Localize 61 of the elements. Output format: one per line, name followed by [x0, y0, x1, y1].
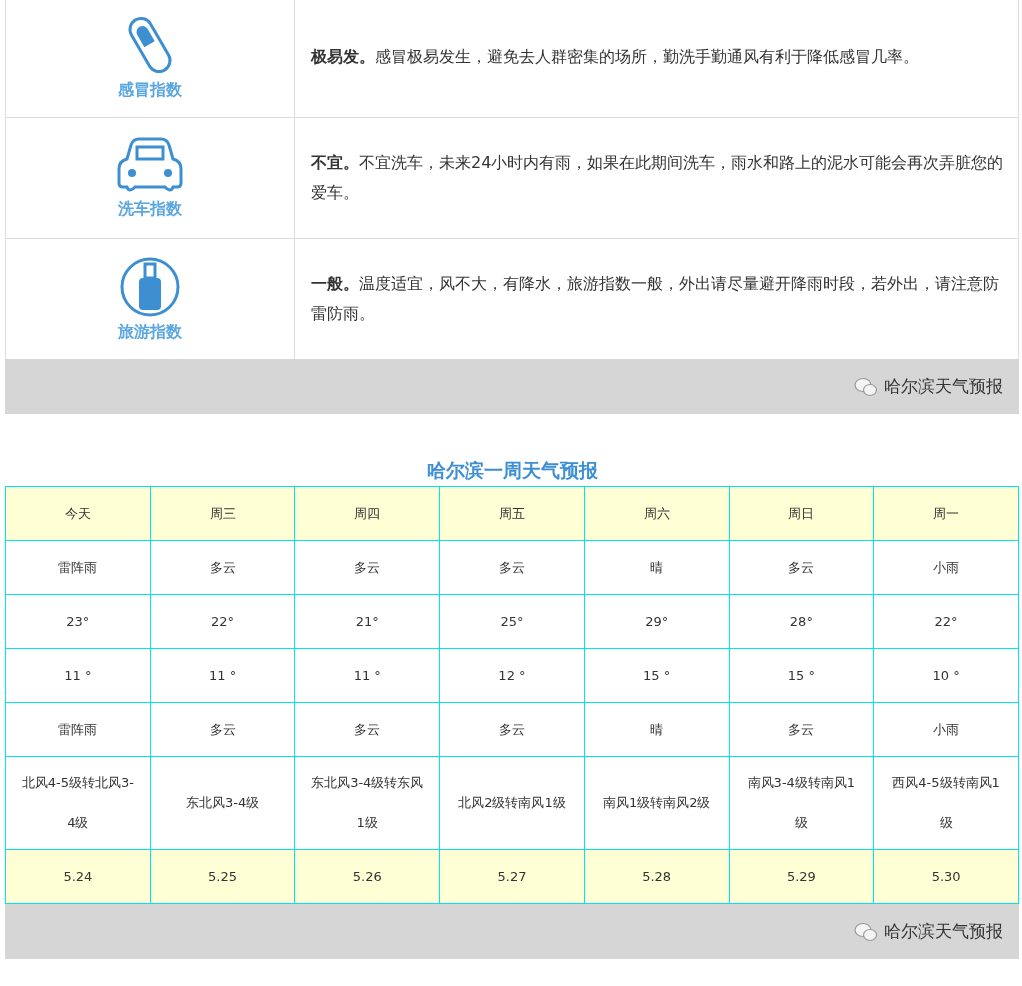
- date-cell: 5.30: [873, 849, 1019, 904]
- table-cell: 22°: [873, 594, 1019, 649]
- date-cell: 5.26: [294, 849, 440, 904]
- table-cell: 西风4-5级转南风1级: [873, 756, 1019, 850]
- table-cell: 北风2级转南风1级: [439, 756, 585, 850]
- forecast-title: 哈尔滨一周天气预报: [425, 458, 599, 483]
- day-cell: 周五: [439, 486, 585, 541]
- table-cell: 多云: [294, 702, 440, 757]
- table-cell: 22°: [150, 594, 295, 649]
- table-cell: 11 °: [5, 648, 151, 703]
- index-description: 极易发。感冒极易发生，避免去人群密集的场所，勤洗手勤通风有利于降低感冒几率。: [311, 46, 919, 68]
- table-cell: 雷阵雨: [5, 540, 151, 595]
- date-cell: 5.29: [729, 849, 874, 904]
- table-cell: 25°: [439, 594, 585, 649]
- table-cell: 15 °: [584, 648, 729, 703]
- table-cell: 雷阵雨: [5, 702, 151, 757]
- table-cell: 南风3-4级转南风1级: [729, 756, 874, 850]
- table-cell: 28°: [729, 594, 874, 649]
- table-cell: 多云: [729, 702, 874, 757]
- day-cell: 周六: [584, 486, 729, 541]
- table-cell: 11 °: [294, 648, 440, 703]
- table-cell: 晴: [584, 702, 729, 757]
- chat-bubbles-icon: [854, 376, 878, 397]
- table-cell: 小雨: [873, 540, 1019, 595]
- table-cell: 小雨: [873, 702, 1019, 757]
- table-cell: 多云: [439, 540, 585, 595]
- table-cell: 15 °: [729, 648, 874, 703]
- day-cell: 今天: [5, 486, 151, 541]
- index-description: 一般。温度适宜，风不大，有降水，旅游指数一般，外出请尽量避开降雨时段，若外出，请注意防雷防雨。: [311, 273, 1000, 325]
- index-label: 洗车指数: [118, 198, 182, 220]
- day-cell: 周一: [873, 486, 1019, 541]
- table-cell: 29°: [584, 594, 729, 649]
- index-label: 旅游指数: [118, 321, 182, 343]
- table-cell: 北风4-5级转北风3-4级: [5, 756, 151, 850]
- date-cell: 5.27: [439, 849, 585, 904]
- table-cell: 东北风3-4级: [150, 756, 295, 850]
- table-cell: 多云: [439, 702, 585, 757]
- table-cell: 多云: [150, 702, 295, 757]
- date-cell: 5.24: [5, 849, 151, 904]
- date-cell: 5.28: [584, 849, 729, 904]
- table-cell: 11 °: [150, 648, 295, 703]
- table-cell: 多云: [150, 540, 295, 595]
- table-cell: 12 °: [439, 648, 585, 703]
- table-cell: 21°: [294, 594, 440, 649]
- luggage-icon: [119, 255, 181, 318]
- source-label: 哈尔滨天气预报: [884, 920, 1003, 943]
- day-cell: 周三: [150, 486, 295, 541]
- table-cell: 多云: [729, 540, 874, 595]
- source-label: 哈尔滨天气预报: [884, 375, 1003, 398]
- table-cell: 晴: [584, 540, 729, 595]
- table-cell: 10 °: [873, 648, 1019, 703]
- table-cell: 23°: [5, 594, 151, 649]
- index-label: 感冒指数: [118, 79, 182, 101]
- day-cell: 周四: [294, 486, 440, 541]
- date-cell: 5.25: [150, 849, 295, 904]
- day-cell: 周日: [729, 486, 874, 541]
- table-cell: 南风1级转南风2级: [584, 756, 729, 850]
- table-cell: 多云: [294, 540, 440, 595]
- index-description: 不宜。不宜洗车，未来24小时内有雨，如果在此期间洗车，雨水和路上的泥水可能会再次弄脏您的爱车。: [311, 152, 1004, 204]
- table-cell: 东北风3-4级转东风1级: [294, 756, 440, 850]
- chat-bubbles-icon: [854, 921, 878, 942]
